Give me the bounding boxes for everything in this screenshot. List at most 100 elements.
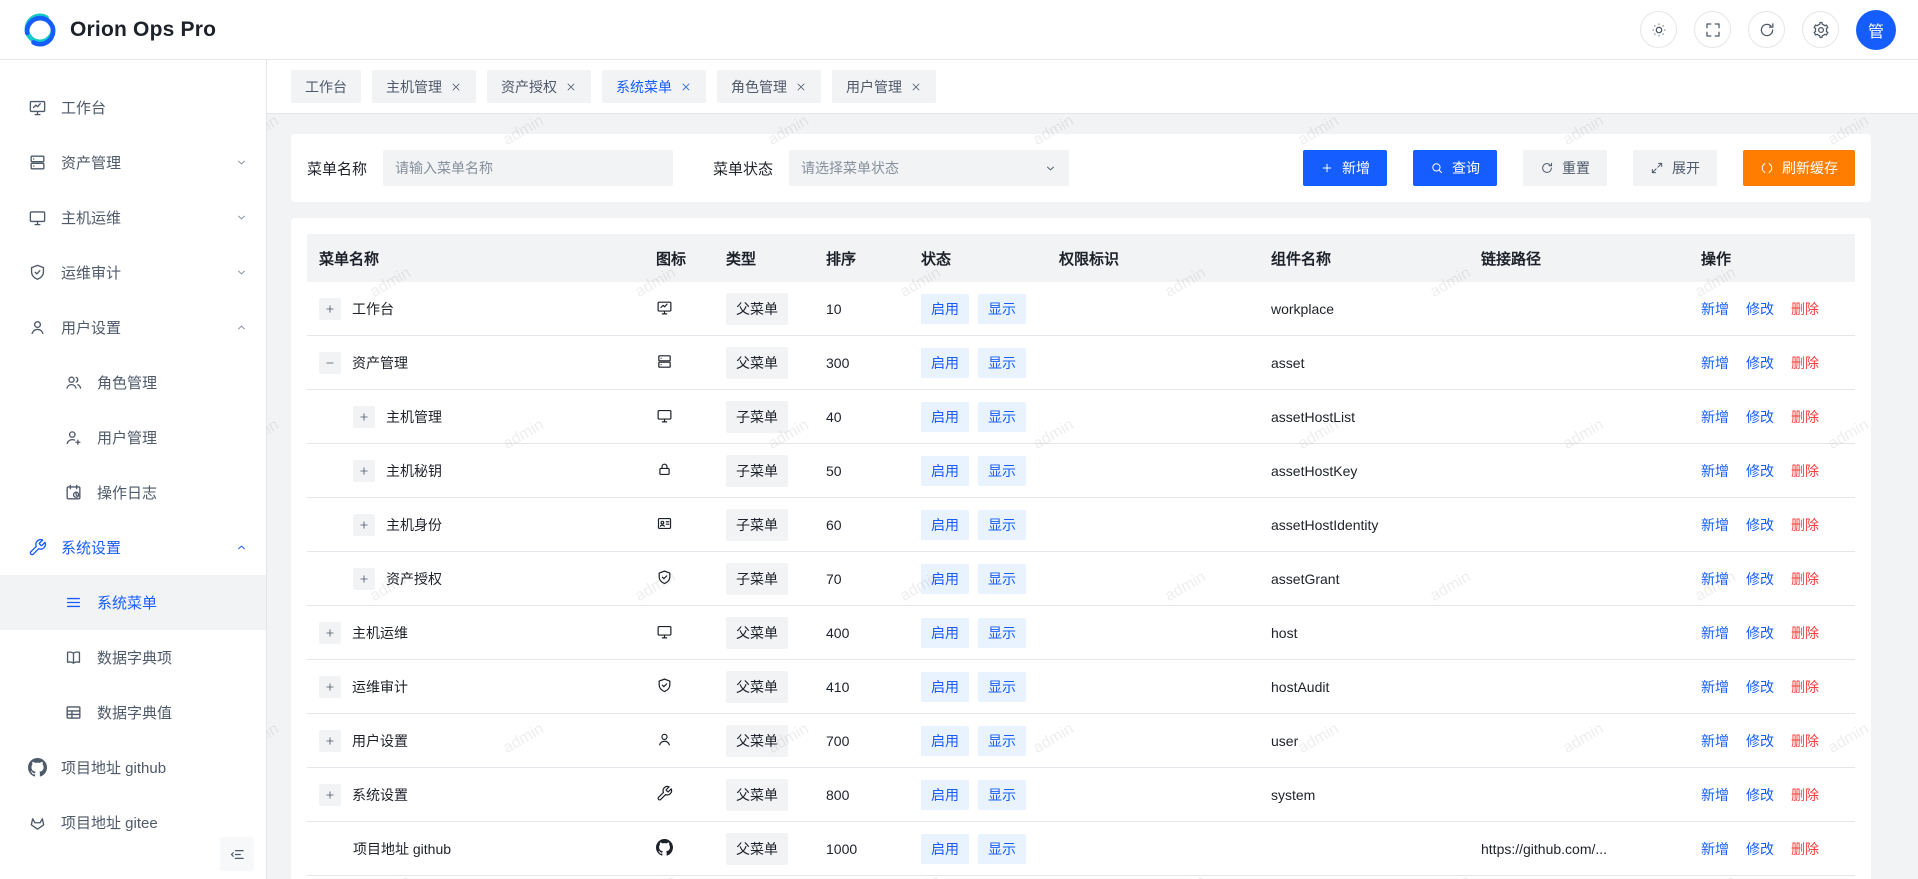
row-expand-button[interactable] bbox=[353, 460, 375, 482]
sidebar-item[interactable]: 数据字典值 bbox=[0, 685, 266, 740]
sidebar-item[interactable]: 资产管理 bbox=[0, 135, 266, 190]
audit-shield-icon bbox=[28, 263, 47, 282]
tab-active[interactable]: 系统菜单 bbox=[602, 70, 706, 103]
row-delete-link[interactable]: 删除 bbox=[1791, 731, 1819, 751]
column-header: 组件名称 bbox=[1259, 248, 1469, 269]
row-edit-link[interactable]: 修改 bbox=[1746, 515, 1774, 535]
row-add-link[interactable]: 新增 bbox=[1701, 515, 1729, 535]
sidebar-item[interactable]: 角色管理 bbox=[0, 355, 266, 410]
type-tag: 父菜单 bbox=[726, 671, 788, 703]
row-edit-link[interactable]: 修改 bbox=[1746, 839, 1774, 859]
add-button[interactable]: 新增 bbox=[1303, 150, 1387, 186]
theme-button[interactable] bbox=[1640, 11, 1677, 48]
row-delete-link[interactable]: 删除 bbox=[1791, 839, 1819, 859]
sidebar-item[interactable]: 用户设置 bbox=[0, 300, 266, 355]
row-edit-link[interactable]: 修改 bbox=[1746, 623, 1774, 643]
row-add-link[interactable]: 新增 bbox=[1701, 731, 1729, 751]
sidebar-item[interactable]: 主机运维 bbox=[0, 190, 266, 245]
user-avatar[interactable]: 管 bbox=[1856, 10, 1896, 50]
sidebar-collapse-button[interactable] bbox=[220, 837, 254, 871]
row-edit-link[interactable]: 修改 bbox=[1746, 353, 1774, 373]
menu-status-cell: 启用显示 bbox=[909, 402, 1047, 432]
tab[interactable]: 资产授权 bbox=[487, 70, 591, 103]
row-add-link[interactable]: 新增 bbox=[1701, 299, 1729, 319]
settings-button[interactable] bbox=[1802, 11, 1839, 48]
row-edit-link[interactable]: 修改 bbox=[1746, 785, 1774, 805]
row-edit-link[interactable]: 修改 bbox=[1746, 407, 1774, 427]
row-add-link[interactable]: 新增 bbox=[1701, 461, 1729, 481]
row-edit-link[interactable]: 修改 bbox=[1746, 569, 1774, 589]
row-add-link[interactable]: 新增 bbox=[1701, 353, 1729, 373]
close-icon[interactable] bbox=[910, 81, 922, 93]
menu-name-input[interactable] bbox=[383, 150, 673, 186]
sidebar-item[interactable]: 工作台 bbox=[0, 80, 266, 135]
row-edit-link[interactable]: 修改 bbox=[1746, 677, 1774, 697]
type-tag: 父菜单 bbox=[726, 779, 788, 811]
log-icon bbox=[64, 483, 83, 502]
row-delete-link[interactable]: 删除 bbox=[1791, 407, 1819, 427]
row-delete-link[interactable]: 删除 bbox=[1791, 569, 1819, 589]
sidebar-item-label: 角色管理 bbox=[97, 372, 157, 393]
sidebar-item[interactable]: 系统设置 bbox=[0, 520, 266, 575]
reset-button[interactable]: 重置 bbox=[1523, 150, 1607, 186]
close-icon[interactable] bbox=[450, 81, 462, 93]
sidebar-item[interactable]: 项目地址 github bbox=[0, 740, 266, 795]
row-delete-link[interactable]: 删除 bbox=[1791, 623, 1819, 643]
row-delete-link[interactable]: 删除 bbox=[1791, 299, 1819, 319]
row-delete-link[interactable]: 删除 bbox=[1791, 677, 1819, 697]
sidebar-item-label: 运维审计 bbox=[61, 262, 121, 283]
sidebar-item[interactable]: 操作日志 bbox=[0, 465, 266, 520]
row-delete-link[interactable]: 删除 bbox=[1791, 461, 1819, 481]
close-icon[interactable] bbox=[680, 81, 692, 93]
sidebar-item[interactable]: 数据字典项 bbox=[0, 630, 266, 685]
row-expand-button[interactable] bbox=[319, 676, 341, 698]
menu-name: 项目地址 github bbox=[353, 839, 451, 859]
row-add-link[interactable]: 新增 bbox=[1701, 677, 1729, 697]
row-edit-link[interactable]: 修改 bbox=[1746, 461, 1774, 481]
row-add-link[interactable]: 新增 bbox=[1701, 785, 1729, 805]
type-tag: 子菜单 bbox=[726, 455, 788, 487]
github-icon bbox=[656, 839, 673, 856]
filter-buttons: 新增查询重置展开刷新缓存 bbox=[1303, 150, 1855, 186]
row-expand-button[interactable] bbox=[353, 568, 375, 590]
row-expand-button[interactable] bbox=[353, 514, 375, 536]
row-expand-button[interactable] bbox=[319, 298, 341, 320]
chevron-up-icon bbox=[235, 321, 248, 334]
tab[interactable]: 用户管理 bbox=[832, 70, 936, 103]
sidebar-item[interactable]: 系统菜单 bbox=[0, 575, 266, 630]
row-expand-button[interactable] bbox=[319, 622, 341, 644]
row-add-link[interactable]: 新增 bbox=[1701, 407, 1729, 427]
plus-icon bbox=[358, 519, 370, 531]
tab[interactable]: 工作台 bbox=[291, 70, 361, 103]
menu-name: 主机秘钥 bbox=[386, 461, 442, 481]
refresh-cache-button[interactable]: 刷新缓存 bbox=[1743, 150, 1855, 186]
expand-all-button[interactable]: 展开 bbox=[1633, 150, 1717, 186]
row-delete-link[interactable]: 删除 bbox=[1791, 353, 1819, 373]
row-delete-link[interactable]: 删除 bbox=[1791, 785, 1819, 805]
close-icon[interactable] bbox=[795, 81, 807, 93]
table-body: 工作台父菜单10启用显示workplace新增修改删除资产管理父菜单300启用显… bbox=[307, 282, 1855, 876]
sidebar-item[interactable]: 用户管理 bbox=[0, 410, 266, 465]
row-edit-link[interactable]: 修改 bbox=[1746, 731, 1774, 751]
plus-icon bbox=[324, 627, 336, 639]
fullscreen-button[interactable] bbox=[1694, 11, 1731, 48]
sidebar-item[interactable]: 运维审计 bbox=[0, 245, 266, 300]
row-expand-button[interactable] bbox=[319, 784, 341, 806]
row-expand-button[interactable] bbox=[319, 352, 341, 374]
tab[interactable]: 角色管理 bbox=[717, 70, 821, 103]
reload-button[interactable] bbox=[1748, 11, 1785, 48]
row-delete-link[interactable]: 删除 bbox=[1791, 515, 1819, 535]
row-add-link[interactable]: 新增 bbox=[1701, 839, 1729, 859]
row-add-link[interactable]: 新增 bbox=[1701, 623, 1729, 643]
row-expand-button[interactable] bbox=[353, 406, 375, 428]
menu-name-cell: 主机运维 bbox=[307, 622, 644, 644]
row-edit-link[interactable]: 修改 bbox=[1746, 299, 1774, 319]
query-button[interactable]: 查询 bbox=[1413, 150, 1497, 186]
menu-status-select[interactable]: 请选择菜单状态 bbox=[789, 150, 1069, 186]
row-add-link[interactable]: 新增 bbox=[1701, 569, 1729, 589]
row-expand-button[interactable] bbox=[319, 730, 341, 752]
close-icon[interactable] bbox=[565, 81, 577, 93]
visible-badge: 显示 bbox=[978, 510, 1026, 540]
sidebar-item-label: 数据字典项 bbox=[97, 647, 172, 668]
tab[interactable]: 主机管理 bbox=[372, 70, 476, 103]
